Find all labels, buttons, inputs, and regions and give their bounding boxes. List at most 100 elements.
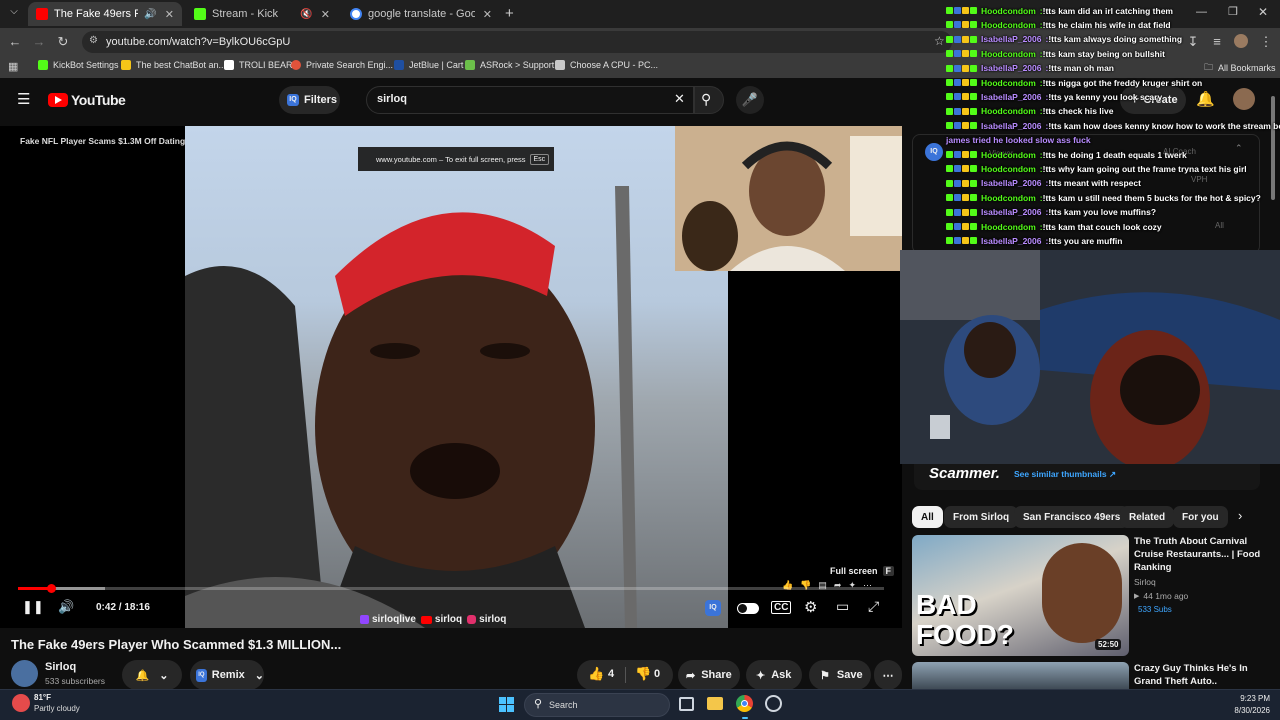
- bookmark-chatbot[interactable]: The best ChatBot an...: [121, 60, 226, 70]
- recommendation-title[interactable]: The Truth About Carnival Cruise Restaura…: [1134, 535, 1262, 574]
- iq-player-icon[interactable]: IQ: [705, 600, 721, 616]
- bookmark-asrock[interactable]: ASRock > Support: [465, 60, 554, 70]
- bookmark-private-search[interactable]: Private Search Engi...: [291, 60, 393, 70]
- youtube-logo[interactable]: YouTube: [48, 92, 126, 108]
- exit-fullscreen-icon[interactable]: ⤢: [868, 598, 879, 615]
- clear-search-icon[interactable]: ✕: [674, 91, 685, 107]
- chat-badge-icon: [954, 79, 961, 86]
- apps-grid-icon[interactable]: ▦: [8, 60, 18, 73]
- recommendation-thumbnail[interactable]: BAD FOOD? 52:50: [912, 535, 1129, 656]
- search-box[interactable]: sirloq ✕: [366, 86, 694, 114]
- chat-message: Hoodcondom: !tts kam did an irl catching…: [946, 4, 1173, 17]
- weather-icon[interactable]: [12, 694, 30, 712]
- clock-date[interactable]: 8/30/2026: [1222, 706, 1270, 715]
- channel-avatar[interactable]: [11, 660, 38, 687]
- iq-panel-icon[interactable]: IQ: [925, 143, 943, 161]
- chips-next-arrow-icon[interactable]: ›: [1238, 508, 1242, 523]
- close-tab-icon[interactable]: ✕: [321, 8, 330, 21]
- tab-youtube[interactable]: The Fake 49ers Player Who 🔊 ✕: [28, 2, 182, 26]
- chrome-icon[interactable]: [736, 695, 753, 712]
- like-divider: [625, 667, 626, 683]
- chip-san-francisco-49ers[interactable]: San Francisco 49ers: [1014, 506, 1130, 528]
- voice-search-button[interactable]: 🎤: [736, 86, 764, 114]
- ask-button[interactable]: ✦ Ask: [746, 660, 802, 690]
- chat-badge-icon: [962, 208, 969, 216]
- site-info-icon[interactable]: ⚙: [89, 35, 98, 46]
- chat-badge-icon: [962, 93, 969, 101]
- chat-message: IsabellaP_2006: !tts you are muffin: [946, 234, 1123, 247]
- chat-badge-icon: [946, 165, 953, 173]
- tab-google-translate[interactable]: google translate - Google Sear ✕: [342, 2, 500, 26]
- close-tab-icon[interactable]: ✕: [483, 8, 492, 21]
- tab-search-chevron-icon[interactable]: ⌵: [6, 6, 22, 17]
- reload-icon[interactable]: ↻: [55, 34, 71, 50]
- search-button[interactable]: ⚲: [694, 86, 724, 114]
- channel-name[interactable]: Sirloq: [45, 661, 76, 673]
- address-bar[interactable]: ⚙ youtube.com/watch?v=BylkOU6cGpU ☆: [82, 31, 952, 53]
- save-button[interactable]: ⚑ Save: [809, 660, 871, 690]
- chip-related[interactable]: Related: [1120, 506, 1175, 528]
- bookmark-star-icon[interactable]: ☆: [934, 34, 945, 48]
- autoplay-toggle[interactable]: [737, 603, 759, 614]
- more-actions-button[interactable]: ⋯: [874, 660, 902, 690]
- chat-badge-icon: [946, 93, 953, 101]
- chip-for-you[interactable]: For you: [1173, 506, 1228, 528]
- bookmark-jetblue[interactable]: JetBlue | Cart: [394, 60, 463, 70]
- windows-taskbar: 81°F Partly cloudy ⚲ Search 9:23 PM 8/30…: [0, 689, 1280, 720]
- settings-gear-icon[interactable]: ⚙: [804, 598, 817, 616]
- url-text[interactable]: youtube.com/watch?v=BylkOU6cGpU: [106, 36, 290, 48]
- chevron-down-icon: ⌄: [159, 669, 169, 682]
- chat-badge-icon: [954, 64, 961, 72]
- twitch-icon: [360, 615, 369, 624]
- video-player[interactable]: Fake NFL Player Scams $1.3M Off Dating A…: [0, 126, 902, 628]
- theater-mode-icon[interactable]: ▭: [836, 598, 849, 615]
- chat-badge-icon: [970, 194, 977, 202]
- recommendation-title[interactable]: Crazy Guy Thinks He's In Grand Theft Aut…: [1134, 662, 1262, 688]
- windows-start-icon[interactable]: [499, 697, 514, 712]
- chip-all[interactable]: All: [912, 506, 943, 528]
- scrubber-handle[interactable]: [47, 584, 56, 593]
- search-input[interactable]: sirloq: [377, 93, 407, 105]
- chat-username: IsabellaP_2006: [981, 120, 1042, 131]
- pause-icon[interactable]: ❚❚: [22, 599, 44, 615]
- taskbar-search-box[interactable]: ⚲ Search: [524, 693, 670, 717]
- see-similar-thumbnails-link[interactable]: See similar thumbnails ↗: [1014, 469, 1116, 480]
- volume-icon[interactable]: 🔊: [58, 599, 74, 615]
- back-arrow-icon[interactable]: ←: [7, 34, 23, 49]
- file-explorer-icon[interactable]: [707, 697, 723, 710]
- recommendation-thumbnail[interactable]: [912, 662, 1129, 689]
- chat-message: IsabellaP_2006: !tts kam how does kenny …: [946, 119, 1280, 132]
- subscribed-notifications-button[interactable]: 🔔 ⌄: [122, 660, 182, 690]
- bookmark-choose-cpu[interactable]: Choose A CPU - PC...: [555, 60, 658, 70]
- captions-icon[interactable]: CC: [771, 601, 792, 614]
- filters-label: Filters: [304, 94, 338, 106]
- chat-text: !tts kam did an irl catching them: [1042, 5, 1173, 16]
- close-tab-icon[interactable]: ✕: [165, 8, 174, 21]
- play-count-icon: ▶: [1134, 593, 1140, 600]
- chat-username: Hoodcondom: [981, 48, 1036, 59]
- progress-track[interactable]: [18, 584, 884, 593]
- new-tab-button[interactable]: +: [505, 5, 514, 22]
- recommendation-channel[interactable]: Sirloq: [1134, 577, 1156, 587]
- remix-button[interactable]: IQ Remix ⌄: [190, 660, 264, 690]
- dislike-icon[interactable]: 👎: [635, 666, 651, 682]
- chip-from-sirloq[interactable]: From Sirloq: [944, 506, 1019, 528]
- chat-username: Hoodcondom: [981, 19, 1036, 30]
- forward-arrow-icon[interactable]: →: [31, 34, 47, 49]
- like-icon[interactable]: 👍: [588, 666, 604, 682]
- filters-button[interactable]: IQ Filters: [279, 86, 340, 114]
- task-view-icon[interactable]: [679, 697, 694, 711]
- chat-text: !tts kam u still need them 5 bucks for t…: [1042, 192, 1261, 203]
- muted-speaker-icon[interactable]: 🔇: [300, 9, 312, 20]
- remix-label: Remix: [211, 669, 245, 681]
- bookmark-kickbot[interactable]: KickBot Settings: [38, 60, 119, 70]
- tab-kick-dashboard[interactable]: Stream - Kick Dashboard 🔇 ✕: [186, 2, 338, 26]
- clock-time[interactable]: 9:23 PM: [1234, 694, 1270, 703]
- chat-text: james tried he looked slow ass fuck: [946, 135, 1091, 146]
- fullscreen-tooltip-key: F: [882, 566, 895, 576]
- obs-icon[interactable]: [765, 695, 782, 712]
- hamburger-menu-icon[interactable]: ☰: [17, 90, 30, 108]
- bookmark-troli-bear[interactable]: TROLI BEAR: [224, 60, 293, 70]
- speaker-icon[interactable]: 🔊: [144, 9, 156, 20]
- share-button[interactable]: ➦ Share: [678, 660, 740, 690]
